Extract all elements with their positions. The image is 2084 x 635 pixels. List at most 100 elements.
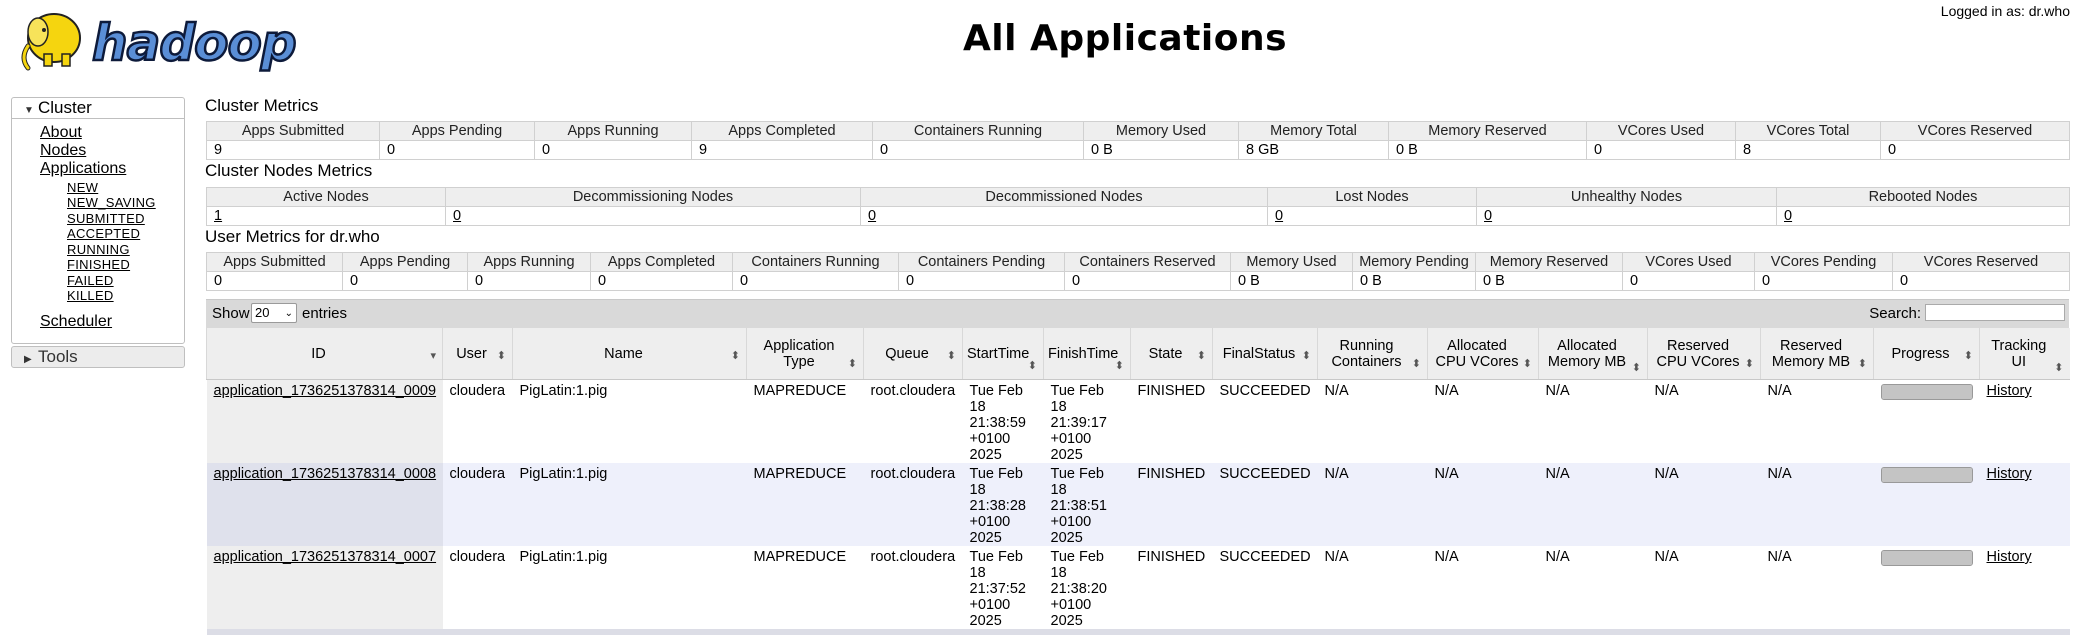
metric-value: 0 xyxy=(590,271,733,291)
nav-state-killed[interactable]: KILLED xyxy=(67,288,114,303)
col-header-alloc-cpu[interactable]: Allocated CPU VCores ⬍ xyxy=(1427,328,1539,380)
collapsed-triangle-icon: ▶ xyxy=(24,354,32,365)
nav-applications-link[interactable]: Applications xyxy=(40,160,126,178)
nav-about-link[interactable]: About xyxy=(40,124,82,142)
metric-header: Lost Nodes xyxy=(1267,187,1477,207)
applications-table: ID ▾ User ⬍ Name ⬍ Application Type ⬍ Queue ⬍… xyxy=(206,328,2070,635)
metric-value: 0 xyxy=(898,271,1065,291)
sort-icon: ⬍ xyxy=(1196,350,1206,362)
cell-final-status: SUCCEEDED xyxy=(1212,379,1318,463)
application-id-link[interactable]: application_1736251378314_0007 xyxy=(214,549,437,565)
cell-alloc-mem: N/A xyxy=(1538,463,1648,546)
history-link[interactable]: History xyxy=(1987,383,2032,399)
lost-nodes-link[interactable]: 0 xyxy=(1275,208,1283,224)
metric-value: 0 B xyxy=(1230,271,1353,291)
decommissioning-nodes-link[interactable]: 0 xyxy=(453,208,461,224)
metric-header: Containers Running xyxy=(872,121,1084,141)
col-header-res-mem[interactable]: Reserved Memory MB ⬍ xyxy=(1760,328,1874,380)
metric-header: Apps Submitted xyxy=(206,252,343,272)
metric-header: VCores Used xyxy=(1622,252,1755,272)
cluster-nav-header[interactable]: ▼ Cluster xyxy=(12,98,184,119)
active-nodes-link[interactable]: 1 xyxy=(214,208,222,224)
col-header-user[interactable]: User ⬍ xyxy=(442,328,513,380)
apps-table-toolbar: Show 20 ⌄ entries Search: xyxy=(206,299,2069,328)
metric-header: Apps Submitted xyxy=(206,121,380,141)
progress-bar xyxy=(1880,384,1973,400)
unhealthy-nodes-link[interactable]: 0 xyxy=(1484,208,1492,224)
cell-start-time: Tue Feb 18 21:37:52 +0100 2025 xyxy=(962,546,1044,629)
user-metrics-table: Apps Submitted Apps Pending Apps Running… xyxy=(206,252,2070,291)
col-header-id[interactable]: ID ▾ xyxy=(206,328,443,380)
nodes-metrics-table: Active Nodes Decommissioning Nodes Decom… xyxy=(206,187,2070,226)
cell-start-time: Tue Feb 18 21:38:59 +0100 2025 xyxy=(962,379,1044,463)
history-link[interactable]: History xyxy=(1987,466,2032,482)
col-header-queue[interactable]: Queue ⬍ xyxy=(863,328,963,380)
history-link[interactable]: History xyxy=(1987,549,2032,565)
col-header-start-time[interactable]: StartTime ⬍ xyxy=(962,328,1044,380)
col-header-tracking-ui[interactable]: Tracking UI ⬍ xyxy=(1979,328,2070,380)
metric-header: Rebooted Nodes xyxy=(1776,187,2070,207)
col-header-progress[interactable]: Progress ⬍ xyxy=(1873,328,1980,380)
metric-value: 0 xyxy=(872,140,1084,160)
entries-per-page-select[interactable]: 20 ⌄ xyxy=(251,303,297,323)
metric-header: Apps Running xyxy=(534,121,692,141)
nav-nodes-link[interactable]: Nodes xyxy=(40,142,86,160)
progress-bar xyxy=(1880,550,1973,566)
rebooted-nodes-link[interactable]: 0 xyxy=(1784,208,1792,224)
cell-res-cpu: N/A xyxy=(1647,379,1761,463)
cell-queue: root.cloudera xyxy=(863,546,963,629)
nav-scheduler-link[interactable]: Scheduler xyxy=(40,313,112,331)
metric-value: 0 xyxy=(1064,271,1231,291)
table-row: application_1736251378314_0007 cloudera … xyxy=(206,546,2070,629)
cell-running-containers: N/A xyxy=(1317,546,1428,629)
sort-icon: ⬍ xyxy=(730,350,740,362)
application-id-link[interactable]: application_1736251378314_0008 xyxy=(214,466,437,482)
metric-header: Memory Used xyxy=(1230,252,1353,272)
metric-value: 9 xyxy=(206,140,380,160)
col-header-res-cpu[interactable]: Reserved CPU VCores ⬍ xyxy=(1647,328,1761,380)
tools-nav-panel[interactable]: ▶ Tools xyxy=(11,346,185,368)
cluster-metrics-table: Apps Submitted Apps Pending Apps Running… xyxy=(206,121,2070,160)
metric-header: Containers Pending xyxy=(898,252,1065,272)
col-header-app-type[interactable]: Application Type ⬍ xyxy=(746,328,864,380)
sort-desc-icon: ▾ xyxy=(430,350,436,362)
sort-icon: ⬍ xyxy=(496,350,506,362)
metric-value: 0 B xyxy=(1388,140,1587,160)
nav-state-failed[interactable]: FAILED xyxy=(67,273,114,288)
metric-header: Memory Pending xyxy=(1352,252,1476,272)
metric-header: Memory Reserved xyxy=(1475,252,1623,272)
col-header-alloc-mem[interactable]: Allocated Memory MB ⬍ xyxy=(1538,328,1648,380)
metric-header: Apps Pending xyxy=(379,121,535,141)
application-id-link[interactable]: application_1736251378314_0009 xyxy=(214,383,437,399)
metric-header: Decommissioned Nodes xyxy=(860,187,1268,207)
table-row: application_1736251378314_0008 cloudera … xyxy=(206,463,2070,546)
nav-state-submitted[interactable]: SUBMITTED xyxy=(67,211,145,226)
cell-alloc-cpu: N/A xyxy=(1427,463,1539,546)
nav-state-new[interactable]: NEW xyxy=(67,180,98,195)
col-header-name[interactable]: Name ⬍ xyxy=(512,328,747,380)
col-header-finish-time[interactable]: FinishTime ⬍ xyxy=(1043,328,1131,380)
metric-value: 0 xyxy=(1880,140,2070,160)
cell-state: FINISHED xyxy=(1130,546,1213,629)
search-input[interactable] xyxy=(1925,304,2065,321)
nav-state-running[interactable]: RUNNING xyxy=(67,242,130,257)
metric-value: 0 B xyxy=(1083,140,1239,160)
metric-header: Apps Completed xyxy=(590,252,733,272)
nav-state-finished[interactable]: FINISHED xyxy=(67,257,130,272)
metric-header: Apps Pending xyxy=(342,252,468,272)
metric-value: 8 GB xyxy=(1238,140,1389,160)
col-header-state[interactable]: State ⬍ xyxy=(1130,328,1213,380)
col-header-running-containers[interactable]: Running Containers ⬍ xyxy=(1317,328,1428,380)
nav-state-accepted[interactable]: ACCEPTED xyxy=(67,226,140,241)
decommissioned-nodes-link[interactable]: 0 xyxy=(868,208,876,224)
metric-header: Memory Used xyxy=(1083,121,1239,141)
cluster-label: Cluster xyxy=(38,98,92,117)
nav-state-new-saving[interactable]: NEW_SAVING xyxy=(67,195,156,210)
metric-value: 0 xyxy=(467,271,591,291)
tools-nav-header[interactable]: ▶ Tools xyxy=(12,347,184,367)
col-header-final-status[interactable]: FinalStatus ⬍ xyxy=(1212,328,1318,380)
table-row: application_1736251378314_0009 cloudera … xyxy=(206,379,2070,463)
cell-alloc-mem: N/A xyxy=(1538,546,1648,629)
cell-res-mem: N/A xyxy=(1760,379,1874,463)
cell-res-cpu: N/A xyxy=(1647,546,1761,629)
